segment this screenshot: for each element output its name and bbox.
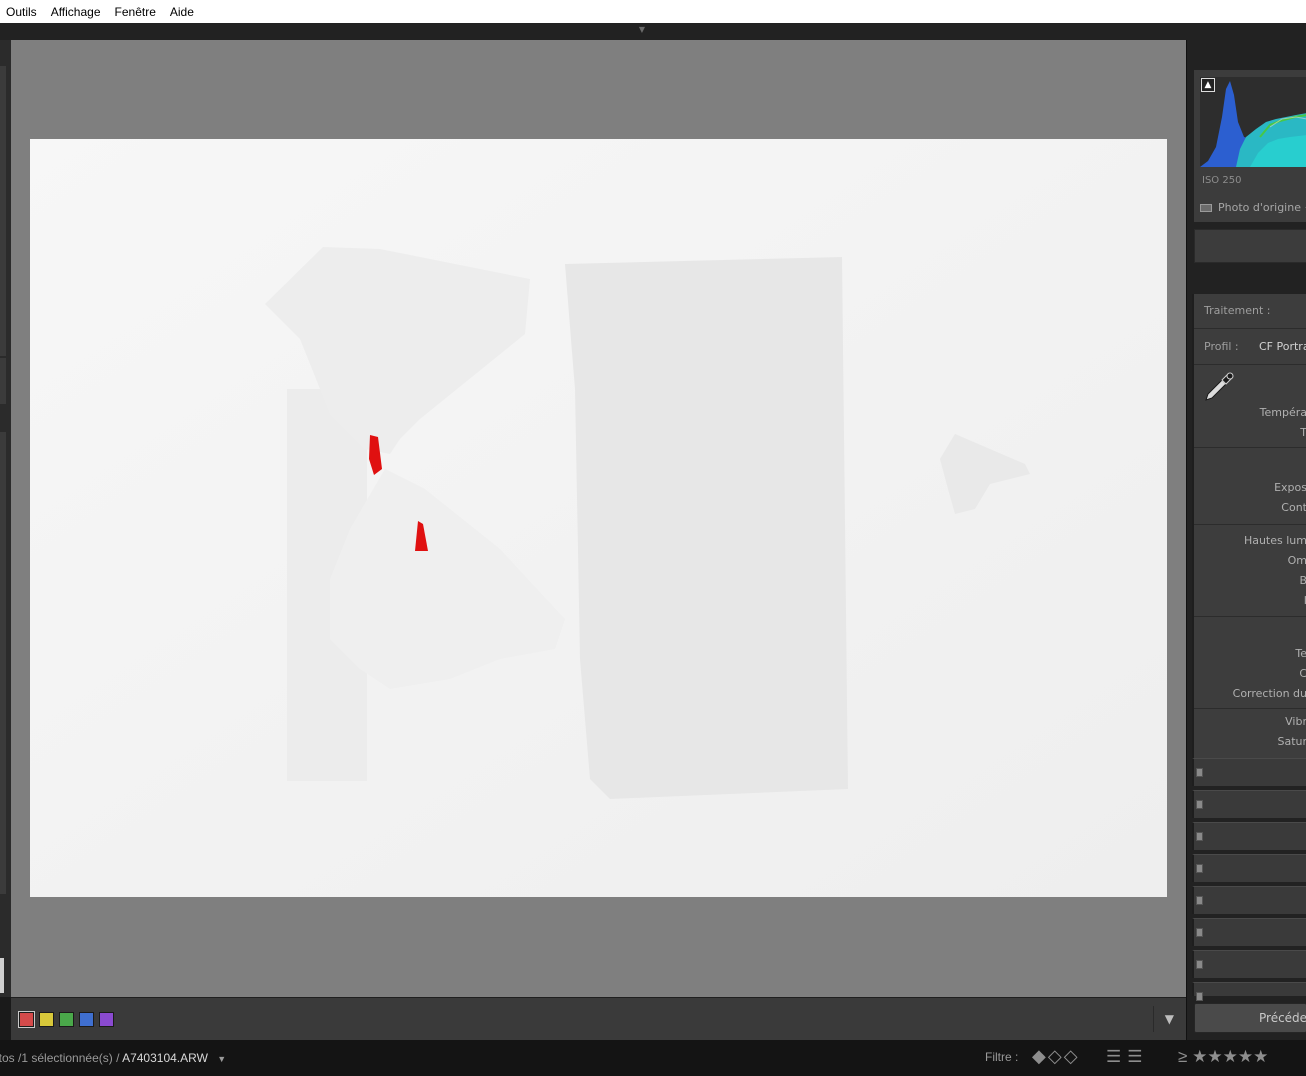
filmstrip-status-bar: otos /1 sélectionnée(s) / A7403104.ARW ▼… — [0, 1040, 1306, 1076]
flag-rejected-icon[interactable]: ◇ — [1064, 1047, 1078, 1065]
highlights-label: Hautes lum — [1243, 534, 1306, 547]
shadows-label: Om — [1287, 554, 1306, 567]
toolbar-menu-chevron-down-icon[interactable]: ▼ — [1165, 1012, 1174, 1026]
panel-toggle-icon[interactable] — [1196, 896, 1203, 905]
panel-toggle-icon[interactable] — [1196, 768, 1203, 777]
collapsed-panel-effects[interactable] — [1192, 950, 1306, 978]
panel-toggle-icon[interactable] — [1196, 864, 1203, 873]
collapsed-panel-tone-curve[interactable] — [1192, 758, 1306, 786]
original-photo-toggle[interactable]: Photo d'origine + a — [1200, 201, 1306, 214]
tint-label: T — [1300, 426, 1306, 439]
file-menu-chevron-down-icon[interactable]: ▼ — [217, 1054, 226, 1064]
file-name: A7403104.ARW — [122, 1051, 208, 1065]
collapsed-panel-calibration[interactable] — [1192, 982, 1306, 1001]
panel-divider — [1194, 364, 1306, 365]
temperature-label: Tempéra — [1259, 406, 1306, 419]
histogram-graph — [1200, 77, 1306, 167]
histogram-iso: ISO 250 — [1202, 175, 1242, 186]
menu-fenetre[interactable]: Fenêtre — [115, 5, 156, 19]
rating-prefix: ≥ — [1178, 1047, 1188, 1066]
flag-filters: ◆ ◇ ◇ — [1032, 1047, 1078, 1065]
left-panel-track — [0, 66, 6, 356]
original-photo-icon — [1200, 203, 1212, 212]
color-label-red[interactable] — [18, 1011, 35, 1028]
star-icon[interactable]: ★ — [1192, 1047, 1207, 1066]
collapsed-panel-lens[interactable] — [1192, 886, 1306, 914]
left-panel-track — [0, 432, 6, 894]
photo-preview[interactable] — [30, 139, 1167, 897]
color-label-yellow[interactable] — [39, 1012, 54, 1027]
panel-toggle-icon[interactable] — [1196, 992, 1203, 1001]
star-icon[interactable]: ★ — [1238, 1047, 1253, 1066]
clarity-label: C — [1299, 667, 1306, 680]
star-icon[interactable]: ★ — [1207, 1047, 1222, 1066]
star-icon[interactable]: ★ — [1253, 1047, 1268, 1066]
panel-divider — [1194, 524, 1306, 525]
exposure-label: Expos — [1274, 481, 1306, 494]
right-develop-panel: ▲ ISO 250 Photo d'origine + a Traitement… — [1186, 40, 1306, 1040]
left-scrollbar-thumb[interactable] — [0, 958, 4, 993]
rating-filter[interactable]: ≥ ★★★★★ — [1178, 1047, 1268, 1067]
color-label-green[interactable] — [59, 1012, 74, 1027]
whites-label: B — [1299, 574, 1306, 587]
collapsed-panel-detail[interactable] — [1192, 854, 1306, 882]
color-label-set — [18, 1011, 114, 1028]
histogram-icon — [1200, 81, 1306, 167]
panel-divider — [1194, 328, 1306, 329]
panel-toggle-icon[interactable] — [1196, 960, 1203, 969]
collapsed-panel-transform[interactable] — [1192, 918, 1306, 946]
profil-select[interactable]: CF Portrai — [1259, 340, 1306, 353]
filter-lines-icons[interactable]: ☰☰ — [1106, 1047, 1148, 1067]
collapsed-panel-color-grading[interactable] — [1192, 822, 1306, 850]
menu-outils[interactable]: Outils — [6, 5, 37, 19]
top-panel-strip: ▼ — [0, 23, 1306, 40]
menu-bar: Outils Affichage Fenêtre Aide — [0, 0, 1306, 23]
left-panel-collapsed — [0, 40, 11, 997]
selection-count: otos /1 sélectionnée(s) / — [0, 1051, 120, 1065]
tool-strip-panel[interactable] — [1194, 229, 1306, 263]
original-photo-label: Photo d'origine + a — [1218, 201, 1306, 214]
color-label-purple[interactable] — [99, 1012, 114, 1027]
basic-panel: Traitement : Profil : CF Portrai Tempéra… — [1192, 294, 1306, 758]
contrast-label: Cont — [1281, 501, 1306, 514]
traitement-label: Traitement : — [1204, 304, 1271, 317]
panel-toggle-icon[interactable] — [1196, 928, 1203, 937]
filter-label: Filtre : — [985, 1050, 1019, 1064]
toolbar-divider — [1153, 1006, 1154, 1032]
previous-button[interactable]: Précéden — [1194, 1003, 1306, 1033]
saturation-label: Satur — [1277, 735, 1306, 748]
panel-divider — [1194, 447, 1306, 448]
flag-picked-icon[interactable]: ◆ — [1032, 1047, 1046, 1065]
panel-toggle-icon[interactable] — [1196, 800, 1203, 809]
top-panel-toggle-icon[interactable]: ▼ — [636, 26, 648, 34]
histogram-panel: ▲ ISO 250 Photo d'origine + a — [1194, 70, 1306, 222]
left-panel-track — [0, 358, 6, 404]
panel-divider — [1194, 616, 1306, 617]
dehaze-label: Correction du — [1232, 687, 1306, 700]
image-viewer — [11, 40, 1186, 997]
collapsed-panel-hsl[interactable] — [1192, 790, 1306, 818]
star-icon[interactable]: ★ — [1223, 1047, 1238, 1066]
vibrance-label: Vibr — [1285, 715, 1306, 728]
selection-path[interactable]: otos /1 sélectionnée(s) / A7403104.ARW ▼ — [0, 1051, 226, 1065]
panel-divider — [1194, 708, 1306, 709]
flag-unflagged-icon[interactable]: ◇ — [1048, 1047, 1062, 1065]
photo-image — [30, 139, 1167, 897]
menu-aide[interactable]: Aide — [170, 5, 194, 19]
panel-toggle-icon[interactable] — [1196, 832, 1203, 841]
menu-affichage[interactable]: Affichage — [51, 5, 101, 19]
bottom-toolbar: ▼ — [11, 997, 1186, 1040]
color-label-blue[interactable] — [79, 1012, 94, 1027]
shadow-clipping-icon[interactable]: ▲ — [1201, 78, 1215, 92]
texture-label: Te — [1295, 647, 1306, 660]
eyedropper-icon[interactable] — [1202, 370, 1236, 404]
